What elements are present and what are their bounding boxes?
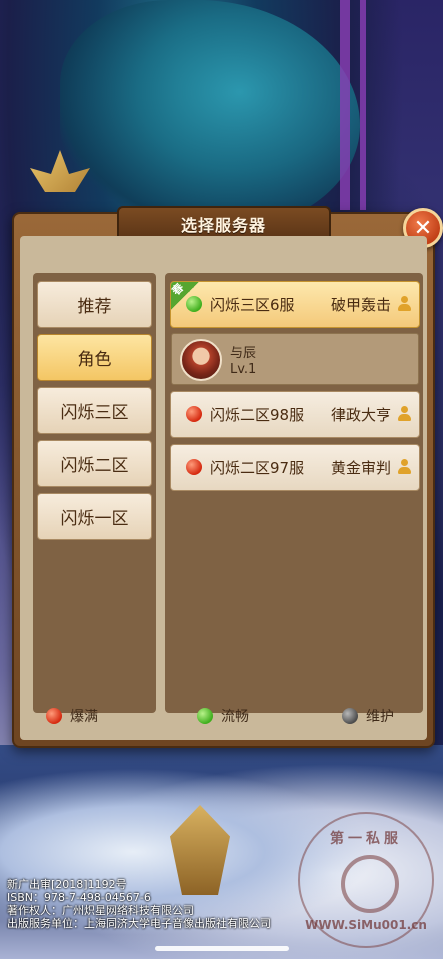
server-character-name: 破甲轰击 — [330, 296, 391, 314]
status-maintenance-icon — [342, 708, 358, 724]
character-hair-art — [60, 0, 360, 230]
character-card[interactable]: 与辰 Lv.1 — [171, 333, 419, 385]
server-select-dialog: 选择服务器 ✕ 推荐 角色 闪烁三区 闪烁二区 闪烁一区 春 闪烁三区6服 破甲… — [12, 206, 443, 748]
background-stripe — [340, 0, 350, 210]
person-icon — [397, 296, 411, 312]
dialog-title: 选择服务器 — [180, 216, 266, 235]
legend-full: 爆满 — [46, 706, 98, 726]
status-full-icon — [46, 708, 62, 724]
server-row[interactable]: 闪烁二区98服 律政大亨 — [170, 391, 420, 438]
server-name: 闪烁二区98服 — [210, 406, 305, 424]
status-full-icon — [186, 459, 202, 475]
tab-shanshuo-zone-1[interactable]: 闪烁一区 — [37, 493, 152, 540]
character-name: 与辰 — [230, 346, 257, 361]
status-smooth-icon — [197, 708, 213, 724]
watermark-stamp: 第一私服 WWW.SiMu001.cn — [298, 812, 434, 948]
server-list: 春 闪烁三区6服 破甲轰击 与辰 Lv.1 闪烁二区98服 律政大亨 闪烁二区9… — [165, 273, 423, 713]
server-zone-tabs: 推荐 角色 闪烁三区 闪烁二区 闪烁一区 — [33, 273, 156, 713]
copyright-owner: 著作权人：广州炽星网络科技有限公司 — [7, 904, 194, 917]
background-stripe — [360, 0, 366, 210]
server-character-name: 黄金审判 — [330, 459, 391, 477]
legend-maintenance: 维护 — [342, 706, 394, 726]
approval-number: 新广出审[2018]1192号 — [7, 878, 127, 891]
status-full-icon — [186, 406, 202, 422]
tab-recommended[interactable]: 推荐 — [37, 281, 152, 328]
person-icon — [397, 459, 411, 475]
dialog-body: 推荐 角色 闪烁三区 闪烁二区 闪烁一区 春 闪烁三区6服 破甲轰击 与辰 Lv… — [20, 236, 427, 740]
server-status-legend: 爆满 流畅 维护 — [20, 706, 427, 730]
tab-shanshuo-zone-2[interactable]: 闪烁二区 — [37, 440, 152, 487]
avatar — [180, 339, 222, 381]
isbn-text: ISBN：978-7-498-04567-6 — [7, 891, 151, 904]
publisher-text: 出版服务单位：上海同济大学电子音像出版社有限公司 — [7, 917, 271, 930]
server-name: 闪烁二区97服 — [210, 459, 305, 477]
tab-shanshuo-zone-3[interactable]: 闪烁三区 — [37, 387, 152, 434]
server-character-name: 律政大亨 — [330, 406, 391, 424]
tab-characters[interactable]: 角色 — [37, 334, 152, 381]
server-row[interactable]: 春 闪烁三区6服 破甲轰击 — [170, 281, 420, 328]
watermark-emblem — [341, 855, 399, 913]
character-level: Lv.1 — [230, 362, 257, 377]
status-smooth-icon — [186, 296, 202, 312]
server-name: 闪烁三区6服 — [210, 296, 295, 314]
publishing-info: 新广出审[2018]1192号 ISBN：978-7-498-04567-6 著… — [7, 878, 271, 930]
person-icon — [397, 406, 411, 422]
server-row[interactable]: 闪烁二区97服 黄金审判 — [170, 444, 420, 491]
home-indicator[interactable] — [154, 946, 289, 951]
legend-smooth: 流畅 — [197, 706, 249, 726]
